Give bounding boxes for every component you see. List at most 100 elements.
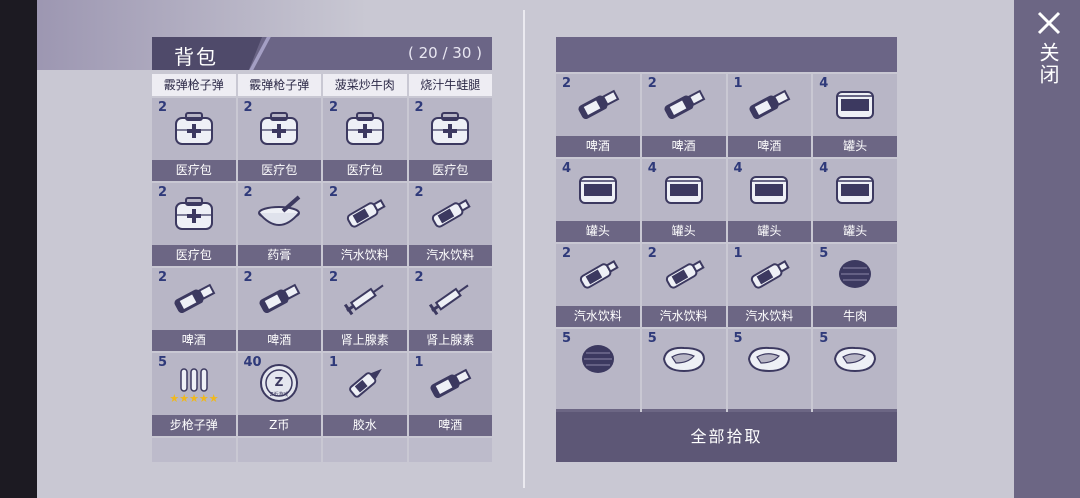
bag-item-label[interactable]: 霰弹枪子弹 [152,74,236,96]
item-slot[interactable]: 2 汽水饮料 [323,183,407,266]
beer-icon [168,278,220,318]
empty-slot[interactable] [152,438,236,462]
item-quantity: 5 [158,355,168,370]
item-quantity: 2 [243,100,253,115]
beef-icon [829,254,881,294]
empty-slot[interactable] [408,438,492,462]
loot-grid: 2 啤酒 2 啤酒 1 啤酒 4 罐头 4 罐头 4 罐头 4 罐头 4 罐头 2 汽水饮料 2 汽水饮料 1 汽水饮料 5… [556,74,897,412]
syringe-icon [424,278,476,318]
item-quantity: 4 [819,161,829,176]
item-label: 汽水饮料 [727,306,812,327]
item-slot[interactable]: 4 罐头 [556,159,640,242]
item-slot[interactable]: 5 [727,329,812,412]
bag-item-label[interactable]: 菠菜炒牛肉 [323,74,407,96]
item-quantity: 2 [158,185,168,200]
item-quantity: 2 [647,76,657,91]
item-label: 汽水饮料 [408,245,492,266]
item-label: 医疗包 [237,160,321,181]
item-label: 医疗包 [408,160,492,181]
item-slot[interactable]: 2 药膏 [237,183,321,266]
pickup-all-button[interactable]: 全部拾取 [556,412,897,462]
item-label: 药膏 [237,245,321,266]
svg-text:★★★★★: ★★★★★ [169,392,218,403]
loot-header [556,37,897,72]
item-slot[interactable]: 2 啤酒 [237,268,321,351]
beer-icon [658,84,710,124]
item-label: 肾上腺素 [323,330,407,351]
item-label: 啤酒 [237,330,321,351]
bag-item-label[interactable]: 霰弹枪子弹 [237,74,321,96]
item-label: 啤酒 [152,330,236,351]
item-slot[interactable]: 2 肾上腺素 [408,268,492,351]
item-slot[interactable]: 1 啤酒 [408,353,492,436]
item-quantity: 5 [733,331,743,346]
item-slot[interactable]: 5 [556,329,640,412]
item-label: 罐头 [556,221,640,242]
close-label[interactable]: 关闭 [1034,42,1060,86]
empty-slot[interactable] [323,438,407,462]
item-quantity: 2 [562,246,572,261]
coin-brand-text: Z币游戏 [270,391,288,398]
item-slot[interactable]: 1 汽水饮料 [727,244,812,327]
panel-divider [523,10,525,488]
soda-icon [572,254,624,294]
item-slot[interactable]: 2 医疗包 [323,98,407,181]
soda-icon [743,254,795,294]
steak-icon [743,339,795,379]
bag-item-label[interactable]: 烧汁牛蛙腿 [408,74,492,96]
item-slot[interactable]: 2 医疗包 [152,183,236,266]
item-slot[interactable]: 5 [813,329,897,412]
can-icon [572,169,624,209]
medkit-icon [168,108,220,148]
item-quantity: 1 [414,355,424,370]
item-slot[interactable]: 2 医疗包 [408,98,492,181]
item-quantity: 2 [329,100,339,115]
item-label: 罐头 [813,136,897,157]
item-slot[interactable]: 5 牛肉 [813,244,897,327]
item-slot[interactable]: 2 医疗包 [152,98,236,181]
item-slot[interactable]: 4 罐头 [813,74,897,157]
item-label: 汽水饮料 [641,306,726,327]
item-slot[interactable]: 2 啤酒 [556,74,640,157]
item-slot[interactable]: 40 Z Z币游戏 Z币 [237,353,321,436]
close-icon[interactable] [1034,8,1064,38]
item-slot[interactable]: 5 [641,329,726,412]
item-label: 啤酒 [556,136,640,157]
item-slot[interactable]: 2 汽水饮料 [556,244,640,327]
item-label: 牛肉 [813,306,897,327]
item-quantity: 1 [329,355,339,370]
item-label: 罐头 [727,221,812,242]
soda-icon [339,193,391,233]
bag-top-row: 霰弹枪子弹 霰弹枪子弹 菠菜炒牛肉 烧汁牛蛙腿 [152,74,492,96]
item-label: 医疗包 [152,245,236,266]
item-quantity: 5 [562,331,572,346]
bag-grid: 2 医疗包 2 医疗包 2 医疗包 2 医疗包 2 医疗包 2 药膏 2 汽水饮料 2 汽水饮料 2 啤酒 2 啤酒 2… [152,98,492,436]
close-panel[interactable]: 关闭 [1014,0,1080,498]
item-slot[interactable]: 4 罐头 [641,159,726,242]
bag-header: 背包 ( 20 / 30 ) [152,37,492,70]
item-slot[interactable]: 2 汽水饮料 [641,244,726,327]
item-slot[interactable]: 1 胶水 [323,353,407,436]
mortar-icon [253,193,305,233]
item-slot[interactable]: 2 啤酒 [641,74,726,157]
item-slot[interactable]: 4 罐头 [813,159,897,242]
empty-slot[interactable] [237,438,321,462]
item-label: 啤酒 [641,136,726,157]
beer-icon [572,84,624,124]
medkit-icon [253,108,305,148]
item-quantity: 2 [414,185,424,200]
item-label: 啤酒 [408,415,492,436]
soda-icon [424,193,476,233]
bag-title: 背包 [174,45,218,69]
item-slot[interactable]: 2 医疗包 [237,98,321,181]
item-slot[interactable]: 2 啤酒 [152,268,236,351]
item-slot[interactable]: 5 ★★★★★ 步枪子弹 [152,353,236,436]
item-slot[interactable]: 2 肾上腺素 [323,268,407,351]
item-slot[interactable]: 2 汽水饮料 [408,183,492,266]
item-slot[interactable]: 1 啤酒 [727,74,812,157]
item-quantity: 2 [647,246,657,261]
medkit-icon [424,108,476,148]
item-slot[interactable]: 4 罐头 [727,159,812,242]
syringe-icon [339,278,391,318]
item-quantity: 2 [329,270,339,285]
